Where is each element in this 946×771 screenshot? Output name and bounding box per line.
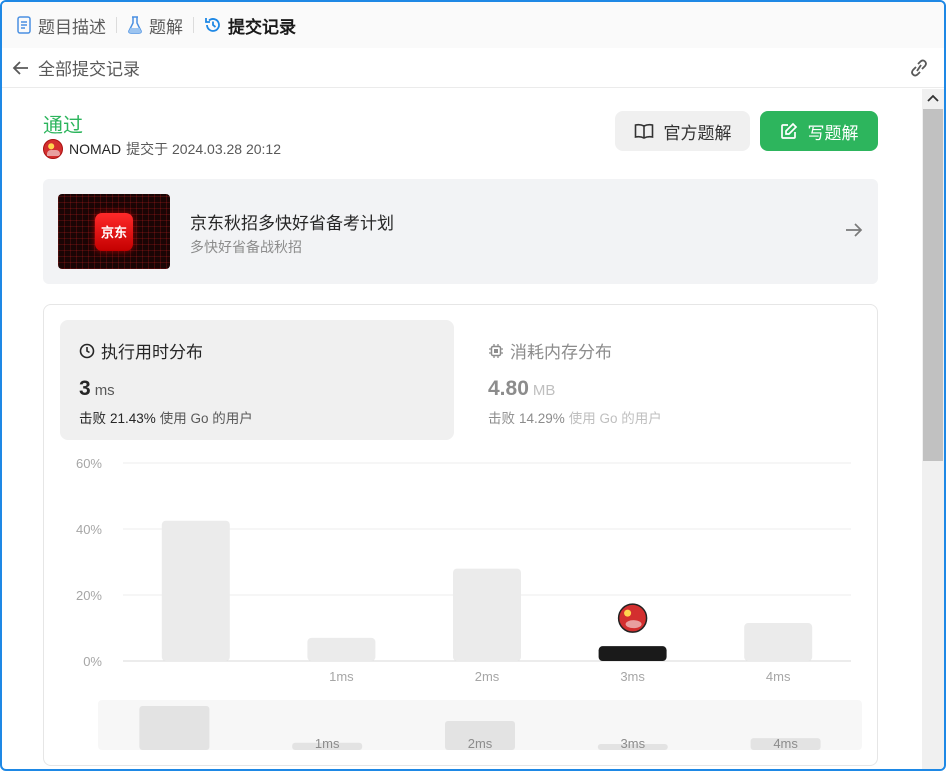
tab-submissions[interactable]: 提交记录 <box>204 13 296 38</box>
arrow-left-icon <box>12 60 28 75</box>
history-icon <box>205 18 220 32</box>
subheader: 全部提交记录 <box>2 48 944 88</box>
tab-bar: 题目描述 题解 提交记录 <box>2 2 944 48</box>
y-tick-label: 20% <box>76 588 102 603</box>
status-text: 通过 <box>43 115 83 137</box>
bar <box>453 568 521 661</box>
back-button[interactable]: 全部提交记录 <box>12 55 140 80</box>
bar <box>307 637 376 661</box>
overview-bar <box>139 706 210 750</box>
arrow-right-icon <box>846 223 863 237</box>
x-tick-label: 3ms <box>620 669 645 684</box>
promo-title: 京东秋招多快好省备考计划 <box>190 214 394 233</box>
y-tick-label: 0% <box>83 654 102 669</box>
promo-logo: 京东 <box>95 212 133 251</box>
submission-panel: 题目描述 题解 提交记录 全部提交记录 通过 NOMAD 提交于 2024.03… <box>0 0 946 771</box>
tab-submissions-label: 提交记录 <box>228 17 296 37</box>
overview-tick-label: 4ms <box>773 736 798 751</box>
tab-divider <box>116 17 117 33</box>
overview-tick-label: 3ms <box>621 736 646 751</box>
edit-icon <box>780 122 797 139</box>
overview-tick-label: 1ms <box>315 736 340 751</box>
document-icon <box>17 16 31 34</box>
back-label: 全部提交记录 <box>38 60 140 79</box>
y-tick-label: 40% <box>76 522 102 537</box>
tab-solutions[interactable]: 题解 <box>127 13 183 38</box>
performance-card: 执行用时分布 3 ms 击败 21.43% 使用 Go 的用户 消耗内存分布 4.80… <box>43 304 878 766</box>
x-tick-label: 2ms <box>475 669 500 684</box>
tab-divider <box>193 17 194 33</box>
copy-link-button[interactable] <box>908 58 930 83</box>
submitted-time: 提交于 2024.03.28 20:12 <box>126 141 282 157</box>
overview-tick-label: 2ms <box>468 736 493 751</box>
bar-highlight <box>598 646 667 661</box>
scrollbar[interactable] <box>922 89 944 771</box>
user-avatar-marker-detail <box>625 620 642 629</box>
tab-description-label: 题目描述 <box>38 17 106 37</box>
tab-solutions-label: 题解 <box>149 17 183 37</box>
promo-thumbnail: 京东 <box>58 194 170 269</box>
runtime-distribution-chart: 0% 20% 40% 60% 1ms 2ms 3ms 4ms 1ms 2ms 3ms 4ms <box>76 456 862 751</box>
scrollbar-thumb[interactable] <box>923 109 943 461</box>
x-tick-label: 4ms <box>766 669 791 684</box>
write-solution-label: 写题解 <box>807 123 859 143</box>
user-avatar-marker-star <box>624 609 632 617</box>
book-icon <box>634 123 653 139</box>
tab-description[interactable]: 题目描述 <box>16 13 106 38</box>
submission-meta: NOMAD 提交于 2024.03.28 20:12 <box>43 139 281 159</box>
bar <box>161 520 230 661</box>
user-name[interactable]: NOMAD <box>69 141 121 157</box>
bar <box>744 623 813 661</box>
submission-detail: 通过 NOMAD 提交于 2024.03.28 20:12 官方题解 写题解 京… <box>2 89 922 769</box>
promo-subtitle: 多快好省备战秋招 <box>190 239 302 255</box>
promo-banner[interactable]: 京东 京东秋招多快好省备考计划 多快好省备战秋招 <box>43 179 878 284</box>
official-solution-label: 官方题解 <box>663 123 732 143</box>
link-icon <box>911 59 927 77</box>
flask-icon <box>128 16 142 34</box>
avatar[interactable] <box>43 139 63 159</box>
official-solution-button[interactable]: 官方题解 <box>615 111 750 151</box>
write-solution-button[interactable]: 写题解 <box>760 111 878 151</box>
x-tick-label: 1ms <box>329 669 354 684</box>
y-tick-label: 60% <box>76 456 102 471</box>
